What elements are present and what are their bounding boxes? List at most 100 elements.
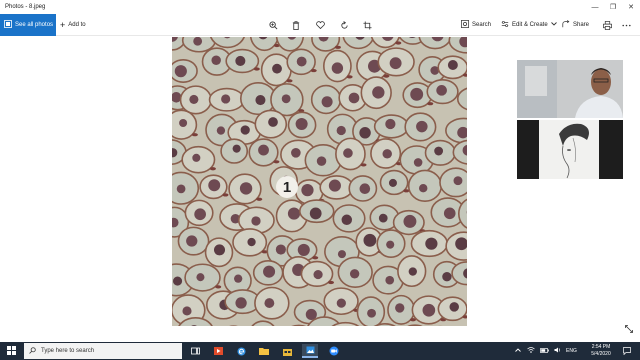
cell-nucleus xyxy=(359,183,371,195)
taskbar-search-box[interactable]: Type here to search xyxy=(24,343,182,359)
cell-nucleus xyxy=(179,118,188,128)
edge-browser-icon[interactable] xyxy=(233,344,249,358)
stromal-nucleus xyxy=(334,45,341,49)
stromal-nucleus xyxy=(253,67,260,71)
cell-nucleus xyxy=(453,176,463,186)
stromal-nucleus xyxy=(191,133,198,137)
cell-nucleus xyxy=(341,214,353,226)
cell-nucleus xyxy=(336,125,346,136)
cell-nucleus xyxy=(410,87,424,101)
file-explorer-icon[interactable] xyxy=(256,344,272,358)
more-icon[interactable] xyxy=(620,19,632,31)
cell-nucleus xyxy=(413,158,423,167)
system-tray: ENG xyxy=(515,342,577,360)
cell-nucleus xyxy=(349,269,360,279)
windows-logo-icon xyxy=(6,342,16,360)
task-view-icon[interactable] xyxy=(187,344,203,358)
search-button[interactable]: Search xyxy=(461,14,491,36)
window-controls: — ❐ ✕ xyxy=(586,0,640,14)
cell-nucleus xyxy=(240,125,250,135)
add-to-label: Add to xyxy=(68,22,86,28)
clock-time: 2:54 PM xyxy=(591,344,611,350)
edit-create-button[interactable]: Edit & Create xyxy=(501,14,557,36)
cell-nucleus xyxy=(208,179,221,192)
notifications-icon[interactable] xyxy=(620,344,634,358)
stromal-nucleus xyxy=(256,197,263,201)
cell-nucleus xyxy=(363,233,377,247)
stromal-nucleus xyxy=(395,41,402,45)
close-button[interactable]: ✕ xyxy=(622,0,640,14)
store-icon[interactable] xyxy=(279,344,295,358)
cell-nucleus xyxy=(403,214,417,228)
cell-nucleus xyxy=(336,298,346,308)
cell-nucleus xyxy=(235,297,247,309)
zoom-meeting-icon[interactable] xyxy=(326,344,342,358)
stromal-nucleus xyxy=(286,79,293,83)
cell-nucleus xyxy=(447,60,458,70)
cell-nucleus xyxy=(422,303,436,317)
cell-nucleus xyxy=(337,250,346,259)
cell-nucleus xyxy=(348,92,360,104)
plus-icon: + xyxy=(60,20,66,30)
cell-nucleus xyxy=(367,308,376,318)
cell-nucleus xyxy=(258,144,269,156)
stromal-nucleus xyxy=(222,193,229,197)
cell-nucleus xyxy=(275,244,286,255)
cell-nucleus xyxy=(232,144,241,153)
cell-nucleus xyxy=(385,275,395,285)
crop-icon[interactable] xyxy=(361,19,373,31)
language-indicator[interactable]: ENG xyxy=(566,348,577,354)
network-icon[interactable] xyxy=(527,347,535,355)
cell-nucleus xyxy=(251,216,261,226)
taskbar-clock[interactable]: 2:54 PM 5/4/2020 xyxy=(586,344,616,358)
cell-nucleus xyxy=(442,271,452,282)
window-title: Photos - 8.jpeg xyxy=(5,4,46,10)
print-icon[interactable] xyxy=(601,19,613,31)
chevron-up-icon[interactable] xyxy=(515,348,521,354)
cell-nucleus xyxy=(176,184,186,194)
add-to-button[interactable]: + Add to xyxy=(60,14,86,36)
cell-nucleus xyxy=(263,265,276,278)
cell-nucleus xyxy=(211,55,221,66)
search-icon xyxy=(461,20,469,30)
cell-nucleus xyxy=(331,62,344,74)
share-icon xyxy=(562,20,570,30)
histology-image xyxy=(172,37,467,326)
favorite-icon[interactable] xyxy=(314,19,326,31)
minimize-button[interactable]: — xyxy=(586,0,604,14)
clock-date: 5/4/2020 xyxy=(591,351,611,357)
cell-nucleus xyxy=(281,94,291,104)
media-player-icon[interactable] xyxy=(210,344,226,358)
delete-icon[interactable] xyxy=(290,19,302,31)
cell-nucleus xyxy=(291,147,301,158)
cell-nucleus xyxy=(443,207,456,220)
stromal-nucleus xyxy=(310,68,317,73)
cell-nucleus xyxy=(436,85,447,96)
cell-nucleus xyxy=(221,94,231,104)
volume-icon[interactable] xyxy=(554,347,561,355)
zoom-icon[interactable] xyxy=(267,19,279,31)
cell-nucleus xyxy=(296,56,307,67)
cell-nucleus xyxy=(395,303,405,313)
region-label-badge: 1 xyxy=(276,176,298,198)
see-all-photos-button[interactable]: See all photos xyxy=(0,14,56,36)
cell-nucleus xyxy=(182,306,192,316)
cell-nucleus xyxy=(328,179,341,192)
photos-app-icon[interactable] xyxy=(302,344,318,358)
rotate-icon[interactable] xyxy=(338,19,350,31)
cell-nucleus xyxy=(313,269,323,280)
stromal-nucleus xyxy=(209,167,216,171)
battery-icon[interactable] xyxy=(540,347,549,355)
maximize-button[interactable]: ❐ xyxy=(604,0,622,14)
fullscreen-icon[interactable] xyxy=(624,324,634,334)
cell-nucleus xyxy=(235,55,246,66)
cell-nucleus xyxy=(425,237,438,250)
start-button[interactable] xyxy=(0,342,22,360)
cell-nucleus xyxy=(213,244,226,256)
stromal-nucleus xyxy=(328,280,335,285)
tissue-cell xyxy=(439,167,467,198)
stromal-nucleus xyxy=(215,285,222,289)
share-button[interactable]: Share xyxy=(562,14,589,36)
windows-taskbar: Type here to search ENG 2:54 PM 5/4/2020 xyxy=(0,342,640,360)
cell-nucleus xyxy=(192,153,201,162)
